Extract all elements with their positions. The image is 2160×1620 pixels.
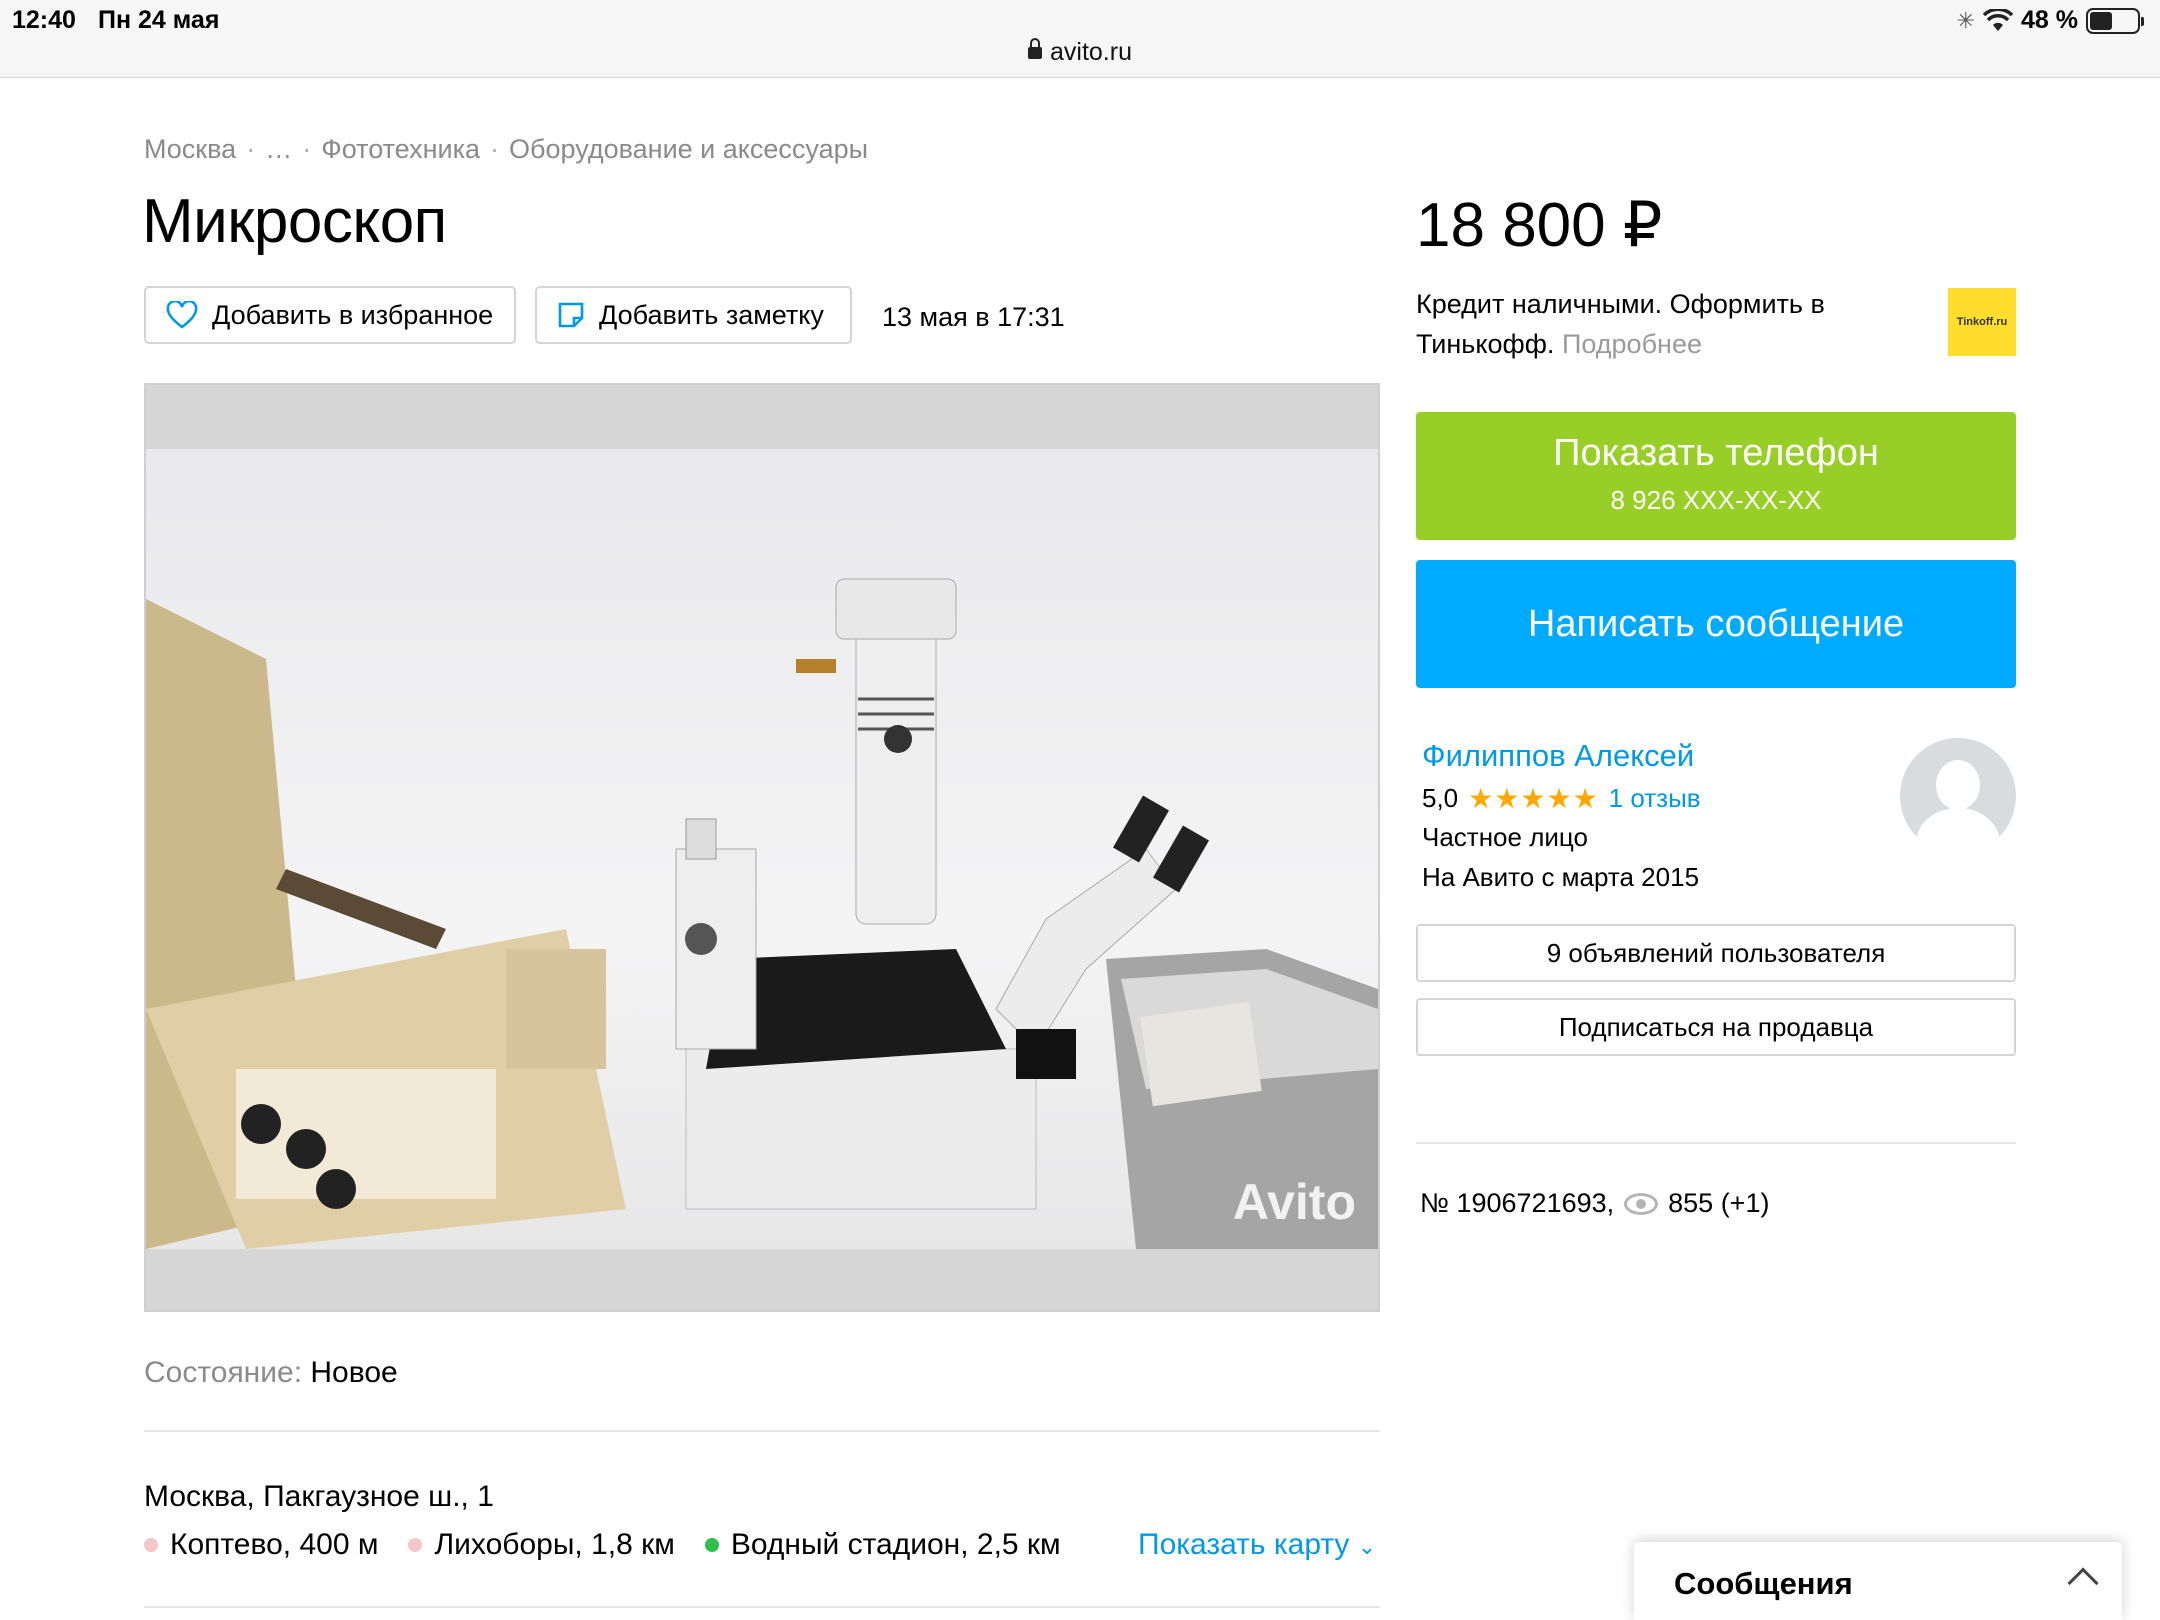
note-icon [558, 302, 584, 328]
credit-more-link[interactable]: Подробнее [1562, 329, 1702, 359]
favorites-label: Добавить в избранное [212, 299, 494, 330]
masked-phone: 8 926 XXX-XX-XX [1610, 485, 1822, 515]
heart-icon [166, 301, 198, 329]
metro-station: Коптево, 400 м [144, 1528, 378, 1562]
seller-name-link[interactable]: Филиппов Алексей [1422, 738, 1694, 774]
metro-station-name: Лихоборы, 1,8 км [434, 1528, 675, 1561]
chevron-up-icon[interactable] [2067, 1567, 2099, 1599]
divider [144, 1606, 1380, 1608]
page-title: Микроскоп [142, 187, 447, 256]
metro-dot [144, 1538, 158, 1552]
address-bar[interactable]: avito.ru [0, 38, 2160, 67]
messages-panel[interactable]: Сообщения [1634, 1542, 2122, 1620]
messages-label: Сообщения [1674, 1566, 1853, 1601]
metro-dot [704, 1538, 719, 1552]
lock-icon [1028, 38, 1042, 59]
breadcrumb-separator: · [302, 134, 312, 164]
divider [144, 1430, 1380, 1432]
add-to-favorites-button[interactable]: Добавить в избранное [144, 286, 516, 344]
metro-station-name: Коптево, 400 м [170, 1528, 379, 1561]
listing-photo[interactable]: Avito [144, 383, 1380, 1312]
condition-value: Новое [310, 1356, 398, 1389]
chevron-down-icon: ⌄ [1357, 1534, 1377, 1559]
avito-watermark: Avito [1232, 1174, 1356, 1230]
clock: 12:40 [12, 6, 76, 34]
item-number: № 1906721693, [1420, 1188, 1615, 1218]
metro-station: Водный стадион, 2,5 км [704, 1528, 1061, 1562]
status-icons: ✳ 48 % [1956, 6, 2144, 35]
metro-station-name: Водный стадион, 2,5 км [730, 1528, 1061, 1561]
breadcrumb-separator: · [490, 134, 500, 164]
reviews-link[interactable]: 1 отзыв [1609, 783, 1701, 814]
breadcrumb-item-city[interactable]: Москва [144, 134, 236, 165]
breadcrumb-item-subcategory[interactable]: Оборудование и аксессуары [509, 134, 868, 165]
seller-rating: 5,0 ★★★★★ 1 отзыв [1422, 782, 1701, 815]
seller-type: Частное лицо [1422, 822, 1588, 852]
breadcrumb-item-category[interactable]: Фототехника [321, 134, 480, 165]
condition-label: Состояние: [144, 1356, 303, 1389]
rating-value: 5,0 [1422, 783, 1459, 813]
add-note-button[interactable]: Добавить заметку [535, 286, 852, 344]
seller-since: На Авито с марта 2015 [1422, 862, 1700, 892]
show-map-link[interactable]: Показать карту ⌄ [1138, 1528, 1376, 1562]
subscribe-seller-button[interactable]: Подписаться на продавца [1416, 998, 2016, 1056]
photo-image: Avito [146, 449, 1378, 1249]
rating-stars-icon: ★★★★★ [1468, 783, 1599, 814]
note-label: Добавить заметку [599, 299, 824, 330]
show-phone-button[interactable]: Показать телефон 8 926 XXX-XX-XX [1416, 412, 2016, 540]
metro-station: Лихоборы, 1,8 км [408, 1528, 675, 1562]
divider [1416, 1142, 2016, 1144]
write-message-button[interactable]: Написать сообщение [1416, 560, 2016, 688]
seller-ads-button[interactable]: 9 объявлений пользователя [1416, 924, 2016, 982]
price: 18 800 ₽ [1416, 191, 1663, 260]
item-stats: № 1906721693, 855 (+1) [1420, 1188, 1769, 1219]
metro-dot [408, 1538, 423, 1552]
condition: Состояние: Новое [144, 1356, 398, 1390]
avatar-head [1936, 760, 1980, 810]
show-phone-label: Показать телефон [1553, 432, 1879, 474]
battery-percent: 48 % [2021, 6, 2078, 34]
url-text: avito.ru [1050, 38, 1132, 66]
microscope-photo [146, 578, 1378, 1249]
views-count: 855 (+1) [1668, 1188, 1770, 1218]
posted-date: 13 мая в 17:31 [882, 302, 1065, 332]
battery-icon [2086, 7, 2144, 34]
show-map-label: Показать карту [1138, 1528, 1350, 1561]
credit-offer: Кредит наличными. Оформить в Тинькофф. П… [1416, 284, 1896, 364]
address: Москва, Пакгаузное ш., 1 [144, 1480, 494, 1513]
avatar[interactable] [1900, 738, 2016, 854]
wifi-icon [1983, 8, 2014, 31]
metro-list: Коптево, 400 м Лихоборы, 1,8 км Водный с… [144, 1528, 1091, 1562]
status-bar: 12:40 Пн 24 мая ✳ 48 % avito.ru [0, 0, 2160, 78]
tinkoff-logo[interactable]: Tinkoff.ru [1948, 288, 2016, 356]
avatar-body [1916, 808, 2000, 854]
breadcrumb-item-ellipsis[interactable]: … [265, 134, 292, 165]
breadcrumb: Москва · … · Фототехника · Оборудование … [144, 134, 868, 165]
activity-icon: ✳ [1956, 7, 1976, 33]
eye-icon [1624, 1192, 1659, 1215]
date: Пн 24 мая [98, 6, 220, 34]
breadcrumb-separator: · [246, 134, 256, 164]
